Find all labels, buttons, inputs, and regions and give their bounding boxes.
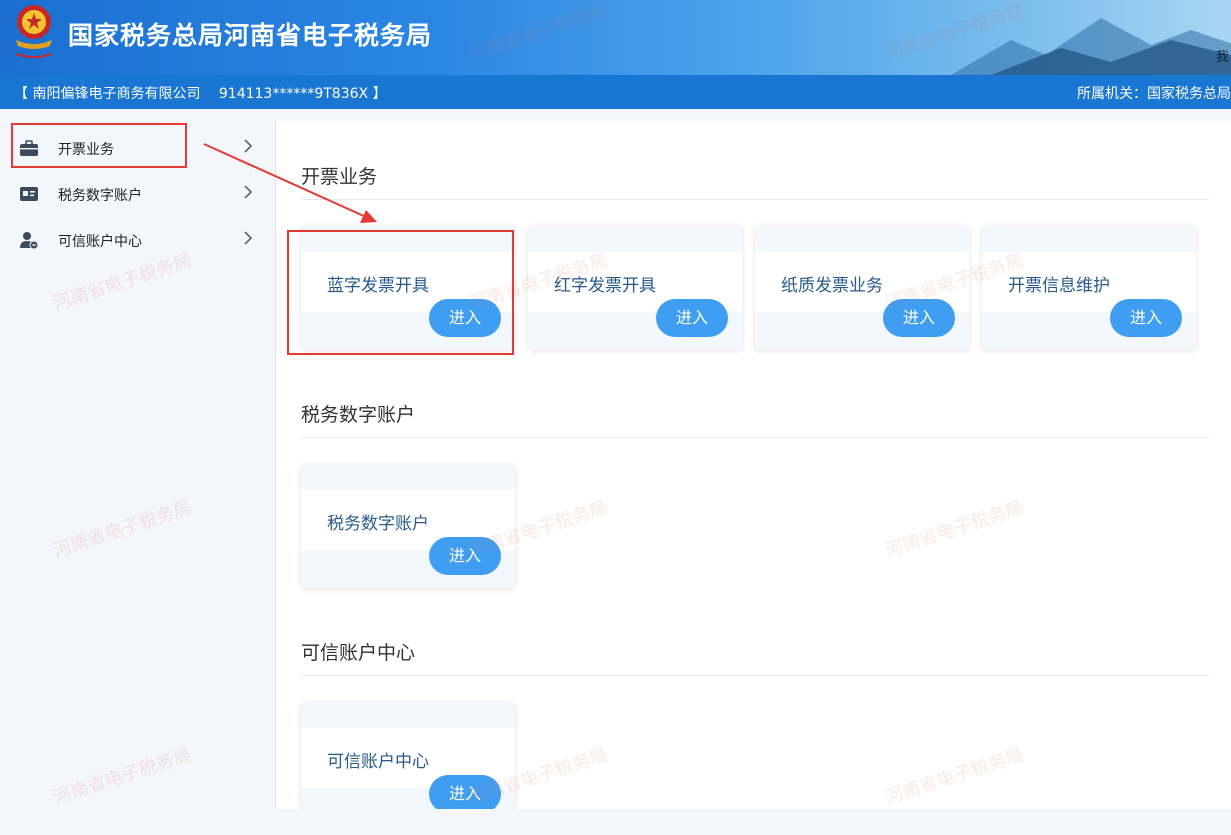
company-info: 【 南阳偏锋电子商务有限公司 914113******9T836X 】 (14, 86, 387, 102)
enter-button[interactable]: 进入 (429, 299, 501, 337)
card-trusted-account: 可信账户中心 进入 (301, 702, 515, 809)
sidebar: 开票业务 税务数字账户 可信账户中心 (0, 121, 276, 809)
section-divider (301, 199, 1209, 200)
briefcase-icon (20, 140, 38, 156)
sidebar-item-label: 可信账户中心 (58, 234, 142, 250)
section-title-invoicing: 开票业务 (301, 166, 378, 188)
chevron-right-icon (244, 139, 253, 153)
section-title-trusted-account: 可信账户中心 (301, 642, 416, 664)
header-user-text[interactable]: 我 (1216, 46, 1229, 65)
sidebar-item-invoicing[interactable]: 开票业务 (0, 124, 276, 170)
tax-authority-info: 所属机关：国家税务总局 (1077, 86, 1231, 102)
taxpayer-info-bar: 【 南阳偏锋电子商务有限公司 914113******9T836X 】 所属机关… (0, 75, 1231, 109)
section-divider (301, 675, 1209, 676)
user-shield-icon (20, 232, 39, 249)
card-red-invoice: 红字发票开具 进入 (528, 226, 742, 350)
enter-button[interactable]: 进入 (429, 537, 501, 575)
card-title: 开票信息维护 (1008, 276, 1110, 296)
sidebar-item-label: 开票业务 (58, 142, 114, 158)
card-digital-account: 税务数字账户 进入 (301, 464, 515, 588)
card-title: 红字发票开具 (554, 276, 656, 296)
card-paper-invoice: 纸质发票业务 进入 (755, 226, 969, 350)
card-title: 可信账户中心 (327, 752, 429, 772)
enter-button[interactable]: 进入 (883, 299, 955, 337)
id-card-icon (20, 187, 38, 201)
card-title: 纸质发票业务 (781, 276, 883, 296)
section-title-digital-account: 税务数字账户 (301, 404, 416, 426)
footer-bar (0, 809, 1231, 835)
sidebar-item-digital-account[interactable]: 税务数字账户 (0, 170, 276, 216)
enter-button[interactable]: 进入 (656, 299, 728, 337)
tax-emblem-logo (15, 5, 53, 58)
mountain-illustration (951, 18, 1231, 75)
card-title: 税务数字账户 (327, 514, 429, 534)
card-invoice-info-maintenance: 开票信息维护 进入 (982, 226, 1196, 350)
site-title: 国家税务总局河南省电子税务局 (68, 21, 433, 50)
card-blue-invoice: 蓝字发票开具 进入 (301, 226, 515, 350)
chevron-right-icon (244, 231, 253, 245)
chevron-right-icon (244, 185, 253, 199)
site-header: 国家税务总局河南省电子税务局 我 (0, 0, 1231, 75)
enter-button[interactable]: 进入 (429, 775, 501, 809)
card-title: 蓝字发票开具 (327, 276, 429, 296)
sidebar-item-label: 税务数字账户 (58, 188, 142, 204)
enter-button[interactable]: 进入 (1110, 299, 1182, 337)
section-divider (301, 437, 1209, 438)
sidebar-item-trusted-account[interactable]: 可信账户中心 (0, 216, 276, 262)
